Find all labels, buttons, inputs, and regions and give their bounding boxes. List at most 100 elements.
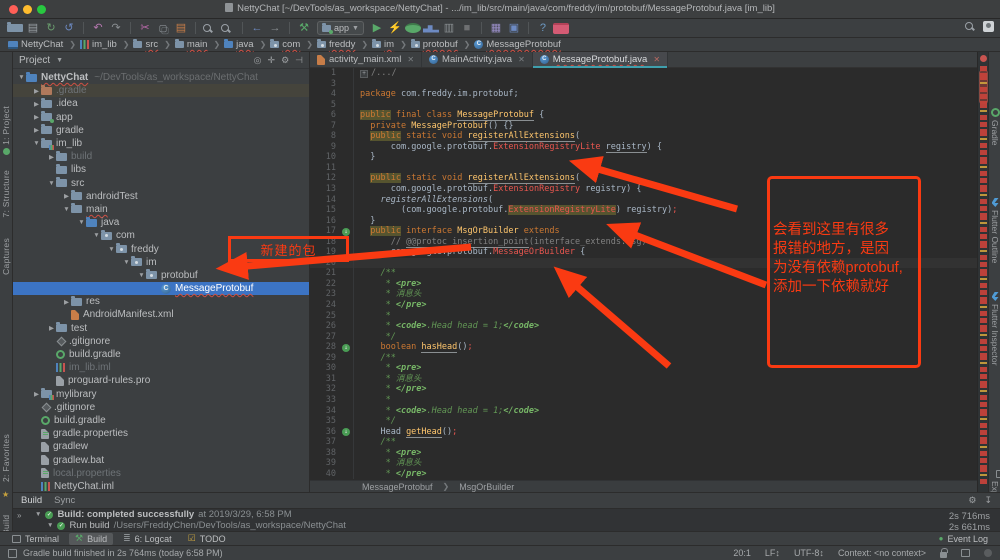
find-icon[interactable] — [202, 23, 218, 34]
tree-item-libs[interactable]: libs — [13, 163, 309, 176]
tool-button-1-project[interactable]: 1: Project — [1, 106, 11, 145]
fold-icon[interactable]: + — [360, 70, 368, 78]
chevron-right-icon[interactable]: ▶ — [62, 298, 71, 306]
tree-item-app[interactable]: ▶app — [13, 111, 309, 124]
chevron-right-icon[interactable]: ▶ — [32, 126, 41, 134]
implemented-marker-icon[interactable]: ↓ — [342, 344, 350, 352]
tree-item-gradlew[interactable]: gradlew — [13, 440, 309, 453]
breadcrumb-item-freddy[interactable]: freddy — [317, 39, 355, 50]
tree-item-local.properties[interactable]: local.properties — [13, 467, 309, 480]
build-tab-Build[interactable]: Build — [21, 495, 42, 506]
tree-item-test[interactable]: ▶test — [13, 322, 309, 335]
run-icon[interactable]: ▶ — [369, 21, 385, 36]
build-hammer-icon[interactable]: ⚒ — [296, 21, 312, 36]
project-panel-header[interactable]: Project ▼ ◎✛⚙⊣ — [13, 52, 309, 69]
chevron-down-icon[interactable]: ▼ — [122, 259, 131, 266]
implemented-marker-icon[interactable]: ↓ — [342, 428, 350, 436]
chevron-down-icon[interactable]: ▼ — [47, 180, 56, 187]
tree-item-AndroidManifest.xml[interactable]: AndroidManifest.xml — [13, 308, 309, 321]
chevron-right-icon[interactable]: ▶ — [32, 113, 41, 121]
tool-button-captures[interactable]: Captures — [1, 238, 11, 275]
tree-item-.gitignore[interactable]: .gitignore — [13, 335, 309, 348]
breadcrumb-item-main[interactable]: main — [175, 39, 208, 50]
chevron-right-icon[interactable]: ▶ — [32, 390, 41, 398]
sync-gradle-icon[interactable]: ↺ — [61, 21, 77, 36]
build-row-1[interactable]: ▼✓Build: completed successfully at 2019/… — [13, 509, 1000, 520]
editor-tab-MainActivity.java[interactable]: CMainActivity.java✕ — [422, 52, 533, 67]
chevron-down-icon[interactable]: ▼ — [77, 219, 86, 226]
tree-item-proguard-rules.pro[interactable]: proguard-rules.pro — [13, 374, 309, 387]
crumb-MsgOrBuilder[interactable]: MsgOrBuilder — [459, 482, 514, 492]
tool-button-flutter-inspector[interactable]: Flutter Inspector — [990, 292, 1000, 365]
forward-icon[interactable]: → — [267, 21, 283, 36]
chevron-right-icon[interactable]: ▶ — [62, 192, 71, 200]
avd-manager-icon[interactable] — [553, 23, 569, 34]
chevron-down-icon[interactable]: ▼ — [17, 74, 26, 81]
chevron-down-icon[interactable]: ▼ — [35, 511, 41, 518]
toolwindow-button-todo[interactable]: ☑TODO — [182, 533, 232, 545]
chevron-right-icon[interactable]: ▶ — [32, 100, 41, 108]
tree-item-im_lib.iml[interactable]: im_lib.iml — [13, 361, 309, 374]
breadcrumb-item-NettyChat[interactable]: NettyChat — [8, 39, 63, 50]
tree-item-src[interactable]: ▼src — [13, 177, 309, 190]
project-structure-icon[interactable]: ▦ — [488, 21, 504, 36]
chevron-right-icon[interactable]: ▶ — [47, 153, 56, 161]
crumb-MessageProtobuf[interactable]: MessageProtobuf — [362, 482, 433, 492]
collapse-icon[interactable]: ↧ — [984, 495, 992, 506]
tree-item-MessageProtobuf[interactable]: CMessageProtobuf — [13, 282, 309, 295]
cut-icon[interactable]: ✂ — [137, 21, 153, 36]
tool-button-gradle[interactable]: Gradle — [990, 108, 1000, 146]
open-folder-icon[interactable] — [7, 24, 23, 32]
redo-icon[interactable]: ↷ — [108, 21, 124, 36]
encoding[interactable]: UTF-8↕ — [794, 548, 824, 558]
breadcrumb-item-src[interactable]: src — [133, 39, 158, 50]
apply-changes-icon[interactable]: ⚡ — [387, 21, 403, 36]
attach-debugger-icon[interactable]: ▥ — [441, 21, 457, 36]
debug-icon[interactable] — [405, 23, 421, 33]
tree-item-NettyChat.iml[interactable]: NettyChat.iml — [13, 480, 309, 492]
sdk-manager-icon[interactable]: ▣ — [506, 21, 522, 36]
tree-item-main[interactable]: ▼main — [13, 203, 309, 216]
tree-item-.gitignore[interactable]: .gitignore — [13, 401, 309, 414]
close-icon[interactable]: ✕ — [518, 55, 525, 64]
tree-item-protobuf[interactable]: ▼protobuf — [13, 269, 309, 282]
error-stripe-scrollbar[interactable] — [977, 52, 988, 492]
tree-item-gradle[interactable]: ▶gradle — [13, 124, 309, 137]
caret-position[interactable]: 20:1 — [733, 548, 751, 558]
expand-all-icon[interactable]: » — [17, 511, 21, 520]
tree-item-gradle.properties[interactable]: gradle.properties — [13, 427, 309, 440]
implemented-marker-icon[interactable]: ↓ — [342, 228, 350, 236]
tree-item-build[interactable]: ▶build — [13, 150, 309, 163]
chevron-down-icon[interactable]: ▼ — [32, 140, 41, 147]
close-icon[interactable]: ✕ — [653, 55, 660, 64]
context[interactable]: Context: <no context> — [838, 548, 926, 558]
tree-item-NettyChat[interactable]: ▼NettyChat~/DevTools/as_workspace/NettyC… — [13, 71, 309, 84]
tree-item-build.gradle[interactable]: build.gradle — [13, 348, 309, 361]
tree-item-java[interactable]: ▼java — [13, 216, 309, 229]
find-replace-icon[interactable] — [220, 23, 236, 34]
chevron-down-icon[interactable]: ▼ — [92, 232, 101, 239]
settings-gear-icon[interactable]: ⚙ — [281, 55, 289, 66]
paste-icon[interactable]: ▤ — [173, 21, 189, 36]
profile-icon[interactable] — [423, 24, 439, 33]
device-icon[interactable] — [961, 549, 970, 557]
chevron-right-icon[interactable]: ▶ — [32, 87, 41, 95]
editor-tab-MessageProtobuf.java[interactable]: CMessageProtobuf.java✕ — [533, 52, 668, 67]
undo-icon[interactable]: ↶ — [90, 21, 106, 36]
copy-icon[interactable]: ▢ — [155, 21, 171, 36]
breadcrumb-item-MessageProtobuf[interactable]: CMessageProtobuf — [474, 39, 560, 50]
lock-icon[interactable] — [940, 552, 947, 558]
tool-button-7-structure[interactable]: 7: Structure — [1, 170, 11, 218]
settings-gear-icon[interactable]: ⚙ — [968, 495, 976, 506]
chevron-down-icon[interactable]: ▼ — [62, 206, 71, 213]
breadcrumb-item-com[interactable]: com — [270, 39, 300, 50]
toggle-toolwindows-icon[interactable] — [8, 549, 17, 558]
breadcrumb-item-protobuf[interactable]: protobuf — [411, 39, 458, 50]
close-icon[interactable]: ✕ — [407, 55, 414, 64]
toolwindow-button-terminal[interactable]: Terminal — [6, 533, 65, 545]
tool-button-2-favorites[interactable]: 2: Favorites — [1, 434, 11, 482]
tree-item-.gradle[interactable]: ▶.gradle — [13, 84, 309, 97]
tree-item-im_lib[interactable]: ▼im_lib — [13, 137, 309, 150]
back-icon[interactable]: ← — [249, 21, 265, 36]
build-row-2[interactable]: ▼✓Run build /Users/FreddyChen/DevTools/a… — [13, 520, 1000, 531]
